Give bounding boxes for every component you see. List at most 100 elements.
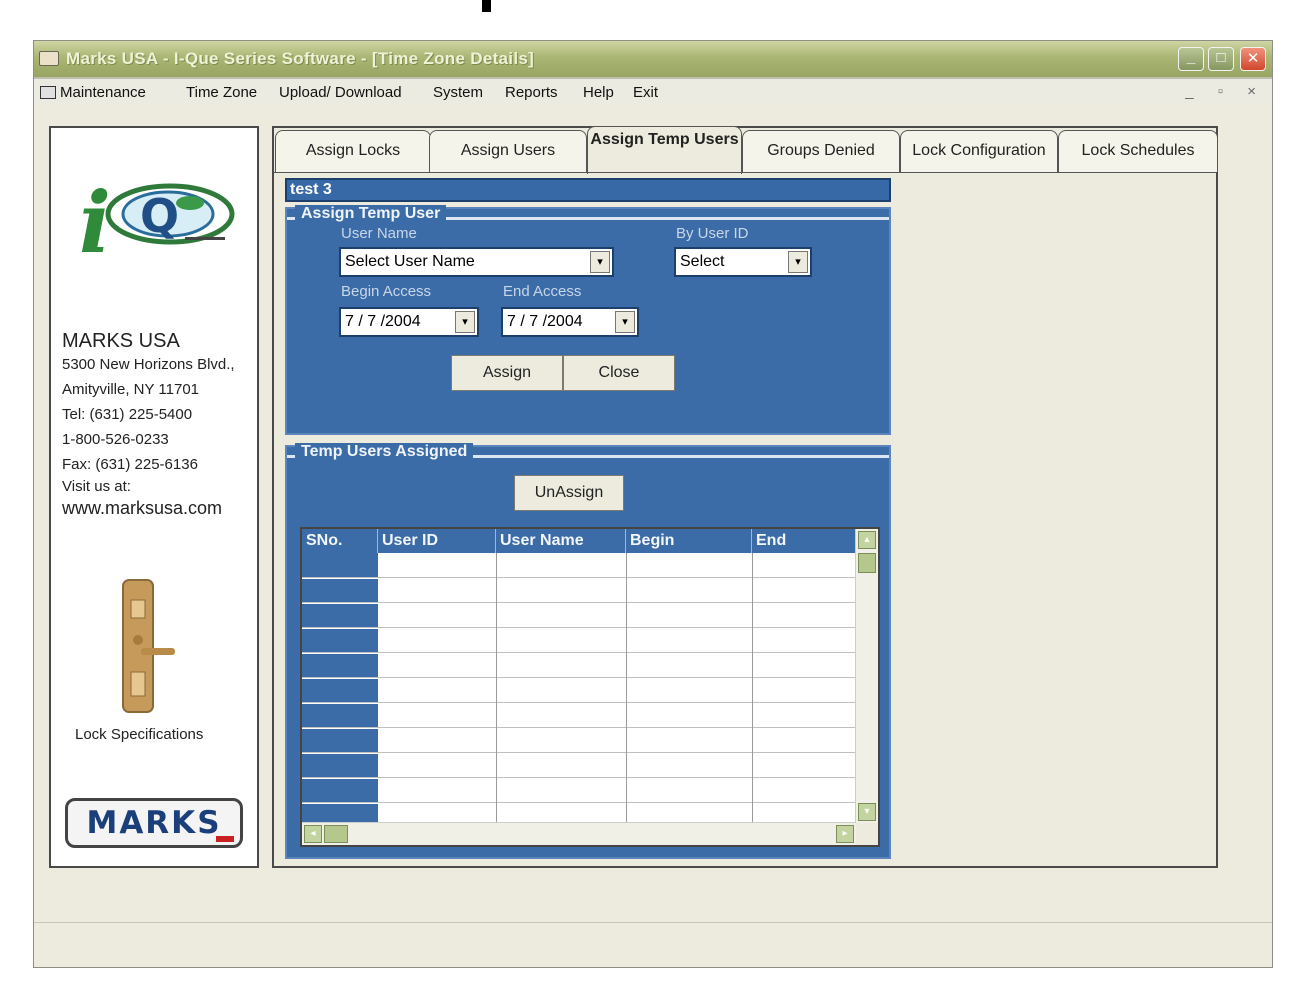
grid-row-line [302, 577, 856, 578]
selected-item-header: test 3 [285, 178, 891, 202]
minimize-button[interactable]: _ [1178, 47, 1204, 71]
address-line: Amityville, NY 11701 [62, 381, 200, 398]
website-link[interactable]: www.marksusa.com [62, 498, 222, 519]
phone-line: 1-800-526-0233 [62, 431, 169, 448]
grid-row-line [302, 627, 856, 628]
by-user-id-label: By User ID [676, 225, 749, 242]
client-area: Q i MARKS USA 5300 New Horizons Blvd., A… [34, 105, 1272, 925]
maximize-icon: □ [1216, 49, 1226, 66]
menu-bar: Maintenance Time Zone Upload/ Download S… [34, 79, 1272, 105]
temp-users-assigned-panel: Temp Users Assigned UnAssign SNo. User I… [285, 443, 891, 859]
mdi-child-icon[interactable] [40, 86, 56, 99]
assign-temp-user-panel: Assign Temp User User Name Select User N… [285, 205, 891, 435]
column-header-end[interactable]: End [752, 529, 862, 553]
grid-row-line [302, 602, 856, 603]
user-name-select-value: Select User Name [345, 253, 475, 270]
lock-image[interactable] [101, 576, 181, 716]
row-header-column [302, 553, 378, 823]
begin-access-value: 7 / 7 /2004 [345, 313, 421, 330]
scroll-up-icon[interactable]: ▴ [858, 531, 876, 549]
grid-column-line [496, 553, 497, 823]
end-access-label: End Access [503, 283, 582, 300]
marks-logo-accent [216, 836, 234, 842]
temp-users-grid[interactable]: SNo. User ID User Name Begin End ▴ ▾ ◂ ▸ [300, 527, 880, 847]
address-line: 5300 New Horizons Blvd., [62, 356, 235, 373]
scrollbar-corner [856, 823, 878, 845]
grid-column-line [626, 553, 627, 823]
status-bar [34, 922, 1272, 967]
end-access-value: 7 / 7 /2004 [507, 313, 583, 330]
dropdown-arrow-icon[interactable]: ▾ [788, 251, 808, 273]
close-icon: ✕ [1246, 50, 1260, 67]
unassign-button[interactable]: UnAssign [514, 475, 624, 511]
column-header-begin[interactable]: Begin [626, 529, 752, 553]
fax-line: Fax: (631) 225-6136 [62, 456, 198, 473]
menu-help[interactable]: Help [583, 84, 614, 101]
panel-legend: Assign Temp User [295, 205, 447, 223]
menu-exit[interactable]: Exit [633, 84, 658, 101]
user-name-select[interactable]: Select User Name ▾ [339, 247, 614, 277]
vertical-scrollbar[interactable]: ▴ ▾ [855, 529, 878, 823]
tab-assign-temp-users[interactable]: Assign Temp Users [587, 126, 742, 174]
app-window: Marks USA - I-Que Series Software - [Tim… [33, 40, 1273, 968]
company-info-panel: Q i MARKS USA 5300 New Horizons Blvd., A… [49, 126, 259, 868]
grid-row-line [302, 802, 856, 803]
grid-row-line [302, 777, 856, 778]
begin-access-date-picker[interactable]: 7 / 7 /2004 ▾ [339, 307, 479, 337]
menu-upload-download[interactable]: Upload/ Download [279, 84, 402, 101]
user-id-select-value: Select [680, 253, 725, 270]
menu-system[interactable]: System [433, 84, 483, 101]
panel-legend: Temp Users Assigned [295, 443, 474, 461]
grid-row-line [302, 702, 856, 703]
column-header-sno[interactable]: SNo. [302, 529, 378, 553]
dropdown-arrow-icon[interactable]: ▾ [590, 251, 610, 273]
tab-lock-schedules[interactable]: Lock Schedules [1058, 130, 1218, 172]
marks-logo-text: MARKS [86, 805, 222, 841]
svg-text:Q: Q [140, 189, 179, 243]
grid-column-line [752, 553, 753, 823]
grid-row-line [302, 652, 856, 653]
column-header-user-id[interactable]: User ID [378, 529, 496, 553]
grid-row-line [302, 677, 856, 678]
end-access-date-picker[interactable]: 7 / 7 /2004 ▾ [501, 307, 639, 337]
scroll-down-icon[interactable]: ▾ [858, 803, 876, 821]
menu-reports[interactable]: Reports [505, 84, 558, 101]
mdi-window-controls[interactable]: _ ▫ × [1185, 83, 1266, 100]
app-icon [39, 51, 59, 66]
menu-maintenance[interactable]: Maintenance [60, 84, 146, 101]
begin-access-label: Begin Access [341, 283, 432, 300]
scroll-right-icon[interactable]: ▸ [836, 825, 854, 843]
minimize-icon: _ [1186, 49, 1196, 66]
title-bar[interactable]: Marks USA - I-Que Series Software - [Tim… [34, 41, 1272, 77]
close-button[interactable]: Close [563, 355, 675, 391]
column-header-user-name[interactable]: User Name [496, 529, 626, 553]
scroll-left-icon[interactable]: ◂ [304, 825, 322, 843]
calendar-dropdown-icon[interactable]: ▾ [615, 311, 635, 333]
lock-specifications-link[interactable]: Lock Specifications [75, 726, 203, 743]
marks-logo: MARKS [65, 798, 243, 848]
phone-line: Tel: (631) 225-5400 [62, 406, 193, 423]
user-name-label: User Name [341, 225, 417, 242]
horizontal-scrollbar[interactable]: ◂ ▸ [302, 822, 856, 845]
scroll-thumb[interactable] [858, 553, 876, 573]
horizontal-scroll-thumb[interactable] [324, 825, 348, 843]
top-marker [482, 0, 491, 12]
window-title: Marks USA - I-Que Series Software - [Tim… [66, 49, 535, 68]
company-name: MARKS USA [62, 330, 180, 352]
grid-row-line [302, 752, 856, 753]
close-window-button[interactable]: ✕ [1240, 47, 1266, 71]
tab-lock-configuration[interactable]: Lock Configuration [900, 130, 1058, 172]
assign-button[interactable]: Assign [451, 355, 563, 391]
tab-groups-denied[interactable]: Groups Denied [742, 130, 900, 172]
grid-row-line [302, 727, 856, 728]
menu-time-zone[interactable]: Time Zone [186, 84, 257, 101]
user-id-select[interactable]: Select ▾ [674, 247, 812, 277]
visit-label: Visit us at: [62, 478, 131, 495]
tab-assign-locks[interactable]: Assign Locks [275, 130, 431, 172]
tab-divider [274, 172, 1216, 173]
maximize-button[interactable]: □ [1208, 47, 1234, 71]
calendar-dropdown-icon[interactable]: ▾ [455, 311, 475, 333]
tab-assign-users[interactable]: Assign Users [429, 130, 587, 172]
tab-control: Assign Locks Assign Users Assign Temp Us… [272, 126, 1218, 868]
svg-text:i: i [79, 173, 111, 264]
